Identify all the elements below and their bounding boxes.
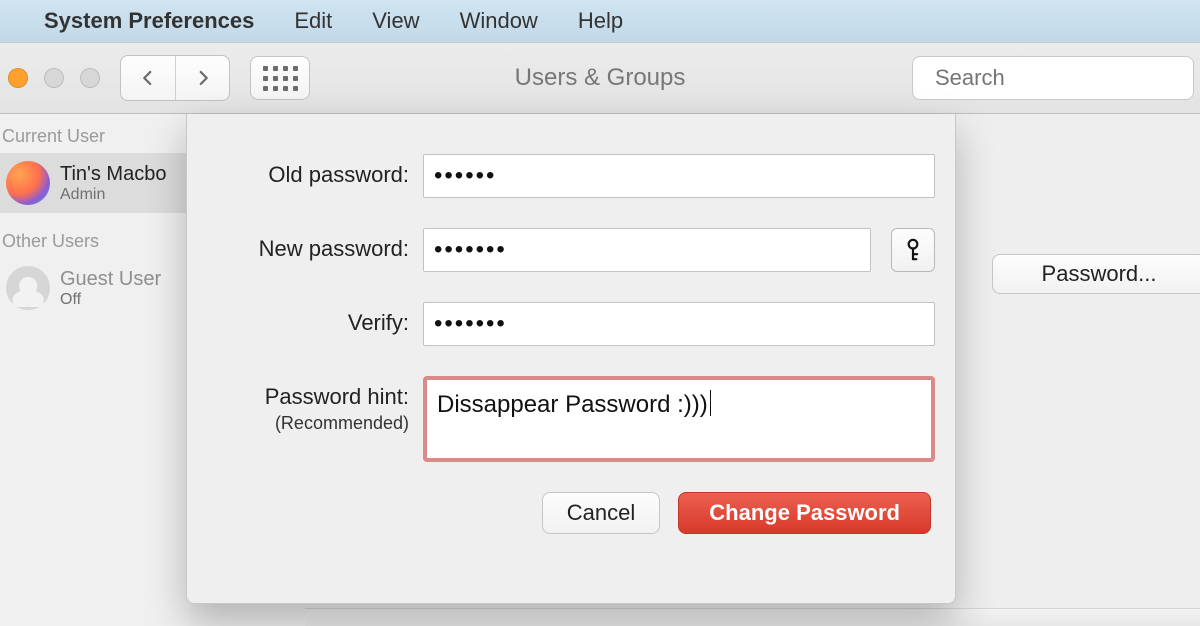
window-title: Users & Groups — [515, 64, 686, 92]
grid-icon — [263, 66, 298, 91]
cancel-button[interactable]: Cancel — [542, 492, 660, 534]
row-hint: Password hint: (Recommended) Dissappear … — [207, 376, 935, 462]
menubar: System Preferences Edit View Window Help — [0, 0, 1200, 42]
menu-help[interactable]: Help — [578, 8, 623, 34]
menu-edit[interactable]: Edit — [294, 8, 332, 34]
label-hint: Password hint: (Recommended) — [207, 376, 409, 435]
back-button[interactable] — [121, 56, 175, 100]
user-info: Guest User Off — [60, 268, 161, 309]
traffic-lights — [8, 68, 100, 88]
user-status: Off — [60, 291, 161, 309]
show-all-button[interactable] — [250, 56, 310, 100]
bottom-bar — [305, 608, 1200, 626]
button-label: Change Password — [709, 500, 900, 526]
section-current-user: Current User — [0, 114, 190, 153]
forward-button[interactable] — [175, 56, 229, 100]
password-assistant-button[interactable] — [891, 228, 935, 272]
change-password-sheet: Old password: New password: Verify: Pass… — [186, 114, 956, 604]
user-name: Guest User — [60, 268, 161, 291]
user-role: Admin — [60, 186, 166, 204]
menu-window[interactable]: Window — [460, 8, 538, 34]
window-zoom-button[interactable] — [80, 68, 100, 88]
chevron-right-icon — [194, 67, 212, 89]
chevron-left-icon — [139, 67, 157, 89]
row-verify: Verify: — [207, 302, 935, 346]
users-sidebar: Current User Tin's Macbo Admin Other Use… — [0, 114, 190, 626]
sheet-actions: Cancel Change Password — [207, 492, 935, 534]
avatar — [6, 161, 50, 205]
label-hint-text: Password hint: — [265, 384, 409, 409]
row-old-password: Old password: — [207, 154, 935, 198]
app-menu[interactable]: System Preferences — [44, 8, 254, 34]
submit-button[interactable]: Change Password — [678, 492, 931, 534]
verify-password-input[interactable] — [423, 302, 935, 346]
label-verify: Verify: — [207, 302, 409, 335]
search-input[interactable] — [935, 65, 1200, 91]
text-cursor — [710, 390, 711, 416]
window-minimize-button[interactable] — [44, 68, 64, 88]
row-new-password: New password: — [207, 228, 935, 272]
section-other-users: Other Users — [0, 219, 190, 258]
password-hint-input[interactable]: Dissappear Password :))) — [423, 376, 935, 462]
user-row-current[interactable]: Tin's Macbo Admin — [0, 153, 190, 213]
change-password-button[interactable]: Password... — [992, 254, 1200, 294]
old-password-input[interactable] — [423, 154, 935, 198]
nav-buttons — [120, 55, 230, 101]
avatar-placeholder-icon — [6, 266, 50, 310]
key-icon — [903, 238, 923, 262]
content-area: Current User Tin's Macbo Admin Other Use… — [0, 114, 1200, 626]
user-info: Tin's Macbo Admin — [60, 163, 166, 204]
new-password-input[interactable] — [423, 228, 871, 272]
button-label: Password... — [1042, 261, 1157, 287]
label-old-password: Old password: — [207, 154, 409, 187]
menu-view[interactable]: View — [372, 8, 419, 34]
user-name: Tin's Macbo — [60, 163, 166, 186]
window-close-button[interactable] — [8, 68, 28, 88]
label-hint-sub: (Recommended) — [275, 413, 409, 433]
user-row-guest[interactable]: Guest User Off — [0, 258, 190, 318]
window-toolbar: Users & Groups — [0, 42, 1200, 114]
search-field[interactable] — [912, 56, 1194, 100]
button-label: Cancel — [567, 500, 635, 526]
label-new-password: New password: — [207, 228, 409, 261]
hint-value: Dissappear Password :))) — [437, 391, 708, 418]
